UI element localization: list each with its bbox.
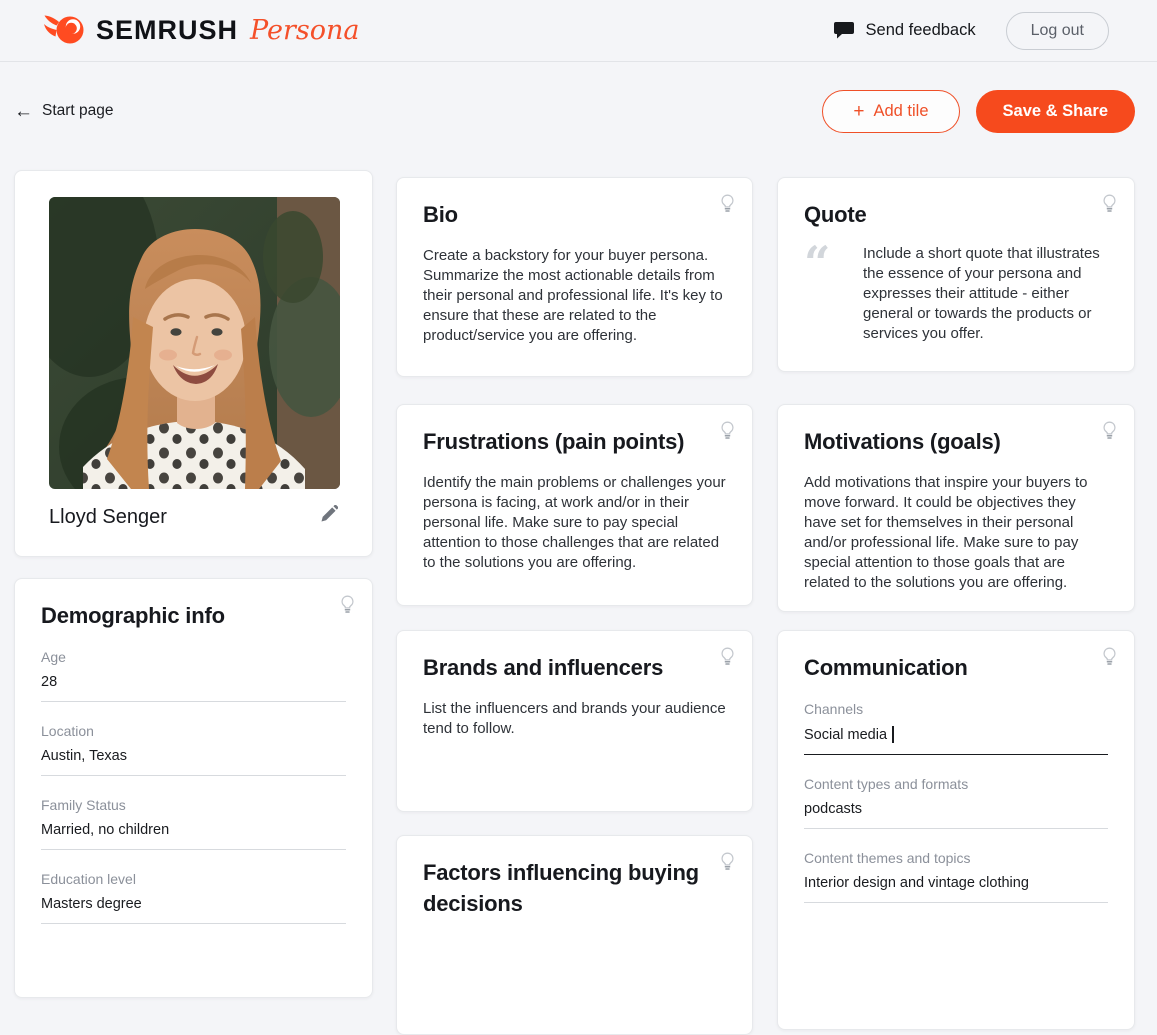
field-value[interactable]: Interior design and vintage clothing	[804, 875, 1108, 903]
quote-placeholder-text[interactable]: Include a short quote that illustrates t…	[863, 244, 1108, 344]
field-label: Content types and formats	[804, 776, 1108, 792]
edit-pencil-icon[interactable]	[319, 505, 338, 529]
lightbulb-hint-icon[interactable]	[1101, 421, 1118, 441]
field-education-level[interactable]: Education level Masters degree	[41, 871, 346, 924]
lightbulb-hint-icon[interactable]	[719, 421, 736, 441]
field-value[interactable]: Social media	[804, 726, 1108, 755]
send-feedback-link[interactable]: Send feedback	[834, 21, 976, 40]
lightbulb-hint-icon[interactable]	[719, 852, 736, 872]
field-value[interactable]: Austin, Texas	[41, 748, 346, 776]
add-tile-button[interactable]: + Add tile	[822, 90, 959, 133]
persona-name[interactable]: Lloyd Senger	[49, 506, 167, 529]
field-location[interactable]: Location Austin, Texas	[41, 723, 346, 776]
brand-product-name: Persona	[250, 15, 359, 46]
column-left: Lloyd Senger Demographic info Age 28 L	[14, 170, 373, 998]
field-value[interactable]: podcasts	[804, 801, 1108, 829]
back-arrow-icon: ←	[14, 102, 33, 121]
motivations-tile: Motivations (goals) Add motivations that…	[777, 404, 1135, 612]
field-label: Content themes and topics	[804, 850, 1108, 866]
buying-factors-tile: Factors influencing buying decisions	[396, 835, 753, 1035]
frustrations-tile: Frustrations (pain points) Identify the …	[396, 404, 753, 606]
field-value[interactable]: Married, no children	[41, 822, 346, 850]
tile-title: Brands and influencers	[423, 652, 726, 683]
frustrations-placeholder-text[interactable]: Identify the main problems or challenges…	[423, 473, 726, 573]
quote-body: “ Include a short quote that illustrates…	[804, 244, 1108, 344]
quote-icon: “	[804, 244, 848, 344]
add-tile-label: Add tile	[873, 102, 928, 121]
tile-title: Motivations (goals)	[804, 426, 1108, 457]
persona-photo[interactable]	[49, 197, 340, 489]
header-actions: Send feedback Log out	[834, 12, 1109, 50]
field-label: Family Status	[41, 797, 346, 813]
demographic-info-tile: Demographic info Age 28 Location Austin,…	[14, 578, 373, 998]
tile-title: Bio	[423, 199, 726, 230]
column-right: Quote “ Include a short quote that illus…	[777, 177, 1135, 1030]
save-share-button[interactable]: Save & Share	[976, 90, 1135, 133]
start-page-label: Start page	[42, 102, 114, 120]
plus-icon: +	[853, 102, 864, 121]
speech-bubble-icon	[834, 21, 854, 40]
brand-name: SEMRUSH	[96, 15, 238, 46]
bio-placeholder-text[interactable]: Create a backstory for your buyer person…	[423, 246, 726, 346]
communication-tile: Communication Channels Social media Cont…	[777, 630, 1135, 1030]
text-cursor	[892, 726, 894, 743]
tile-title: Factors influencing buying decisions	[423, 857, 726, 919]
quote-tile: Quote “ Include a short quote that illus…	[777, 177, 1135, 372]
brands-placeholder-text[interactable]: List the influencers and brands your aud…	[423, 699, 726, 739]
brands-influencers-tile: Brands and influencers List the influenc…	[396, 630, 753, 812]
communication-fields: Channels Social media Content types and …	[804, 701, 1108, 903]
field-value[interactable]: 28	[41, 674, 346, 702]
semrush-flame-icon	[44, 13, 86, 49]
field-family-status[interactable]: Family Status Married, no children	[41, 797, 346, 850]
logout-button[interactable]: Log out	[1006, 12, 1109, 50]
app-header: SEMRUSH Persona Send feedback Log out	[0, 0, 1157, 62]
lightbulb-hint-icon[interactable]	[719, 647, 736, 667]
persona-photo-tile: Lloyd Senger	[14, 170, 373, 557]
page-toolbar: ← Start page + Add tile Save & Share	[0, 89, 1157, 133]
tile-title: Communication	[804, 652, 1108, 683]
field-value-text: Social media	[804, 727, 887, 743]
start-page-link[interactable]: ← Start page	[14, 102, 114, 121]
column-middle: Bio Create a backstory for your buyer pe…	[396, 177, 753, 1035]
lightbulb-hint-icon[interactable]	[1101, 647, 1118, 667]
demographic-fields: Age 28 Location Austin, Texas Family Sta…	[41, 649, 346, 924]
field-label: Education level	[41, 871, 346, 887]
field-label: Age	[41, 649, 346, 665]
tile-title: Frustrations (pain points)	[423, 426, 726, 457]
toolbar-actions: + Add tile Save & Share	[822, 90, 1135, 133]
field-age[interactable]: Age 28	[41, 649, 346, 702]
field-label: Location	[41, 723, 346, 739]
lightbulb-hint-icon[interactable]	[719, 194, 736, 214]
send-feedback-label: Send feedback	[866, 21, 976, 40]
persona-name-row: Lloyd Senger	[49, 505, 338, 529]
lightbulb-hint-icon[interactable]	[1101, 194, 1118, 214]
field-channels[interactable]: Channels Social media	[804, 701, 1108, 755]
semrush-logo[interactable]: SEMRUSH Persona	[44, 13, 359, 49]
field-content-types[interactable]: Content types and formats podcasts	[804, 776, 1108, 829]
field-value[interactable]: Masters degree	[41, 896, 346, 924]
tile-title: Quote	[804, 199, 1108, 230]
lightbulb-hint-icon[interactable]	[339, 595, 356, 615]
field-content-themes[interactable]: Content themes and topics Interior desig…	[804, 850, 1108, 903]
field-label: Channels	[804, 701, 1108, 717]
tile-title: Demographic info	[41, 600, 346, 631]
bio-tile: Bio Create a backstory for your buyer pe…	[396, 177, 753, 377]
motivations-placeholder-text[interactable]: Add motivations that inspire your buyers…	[804, 473, 1108, 593]
